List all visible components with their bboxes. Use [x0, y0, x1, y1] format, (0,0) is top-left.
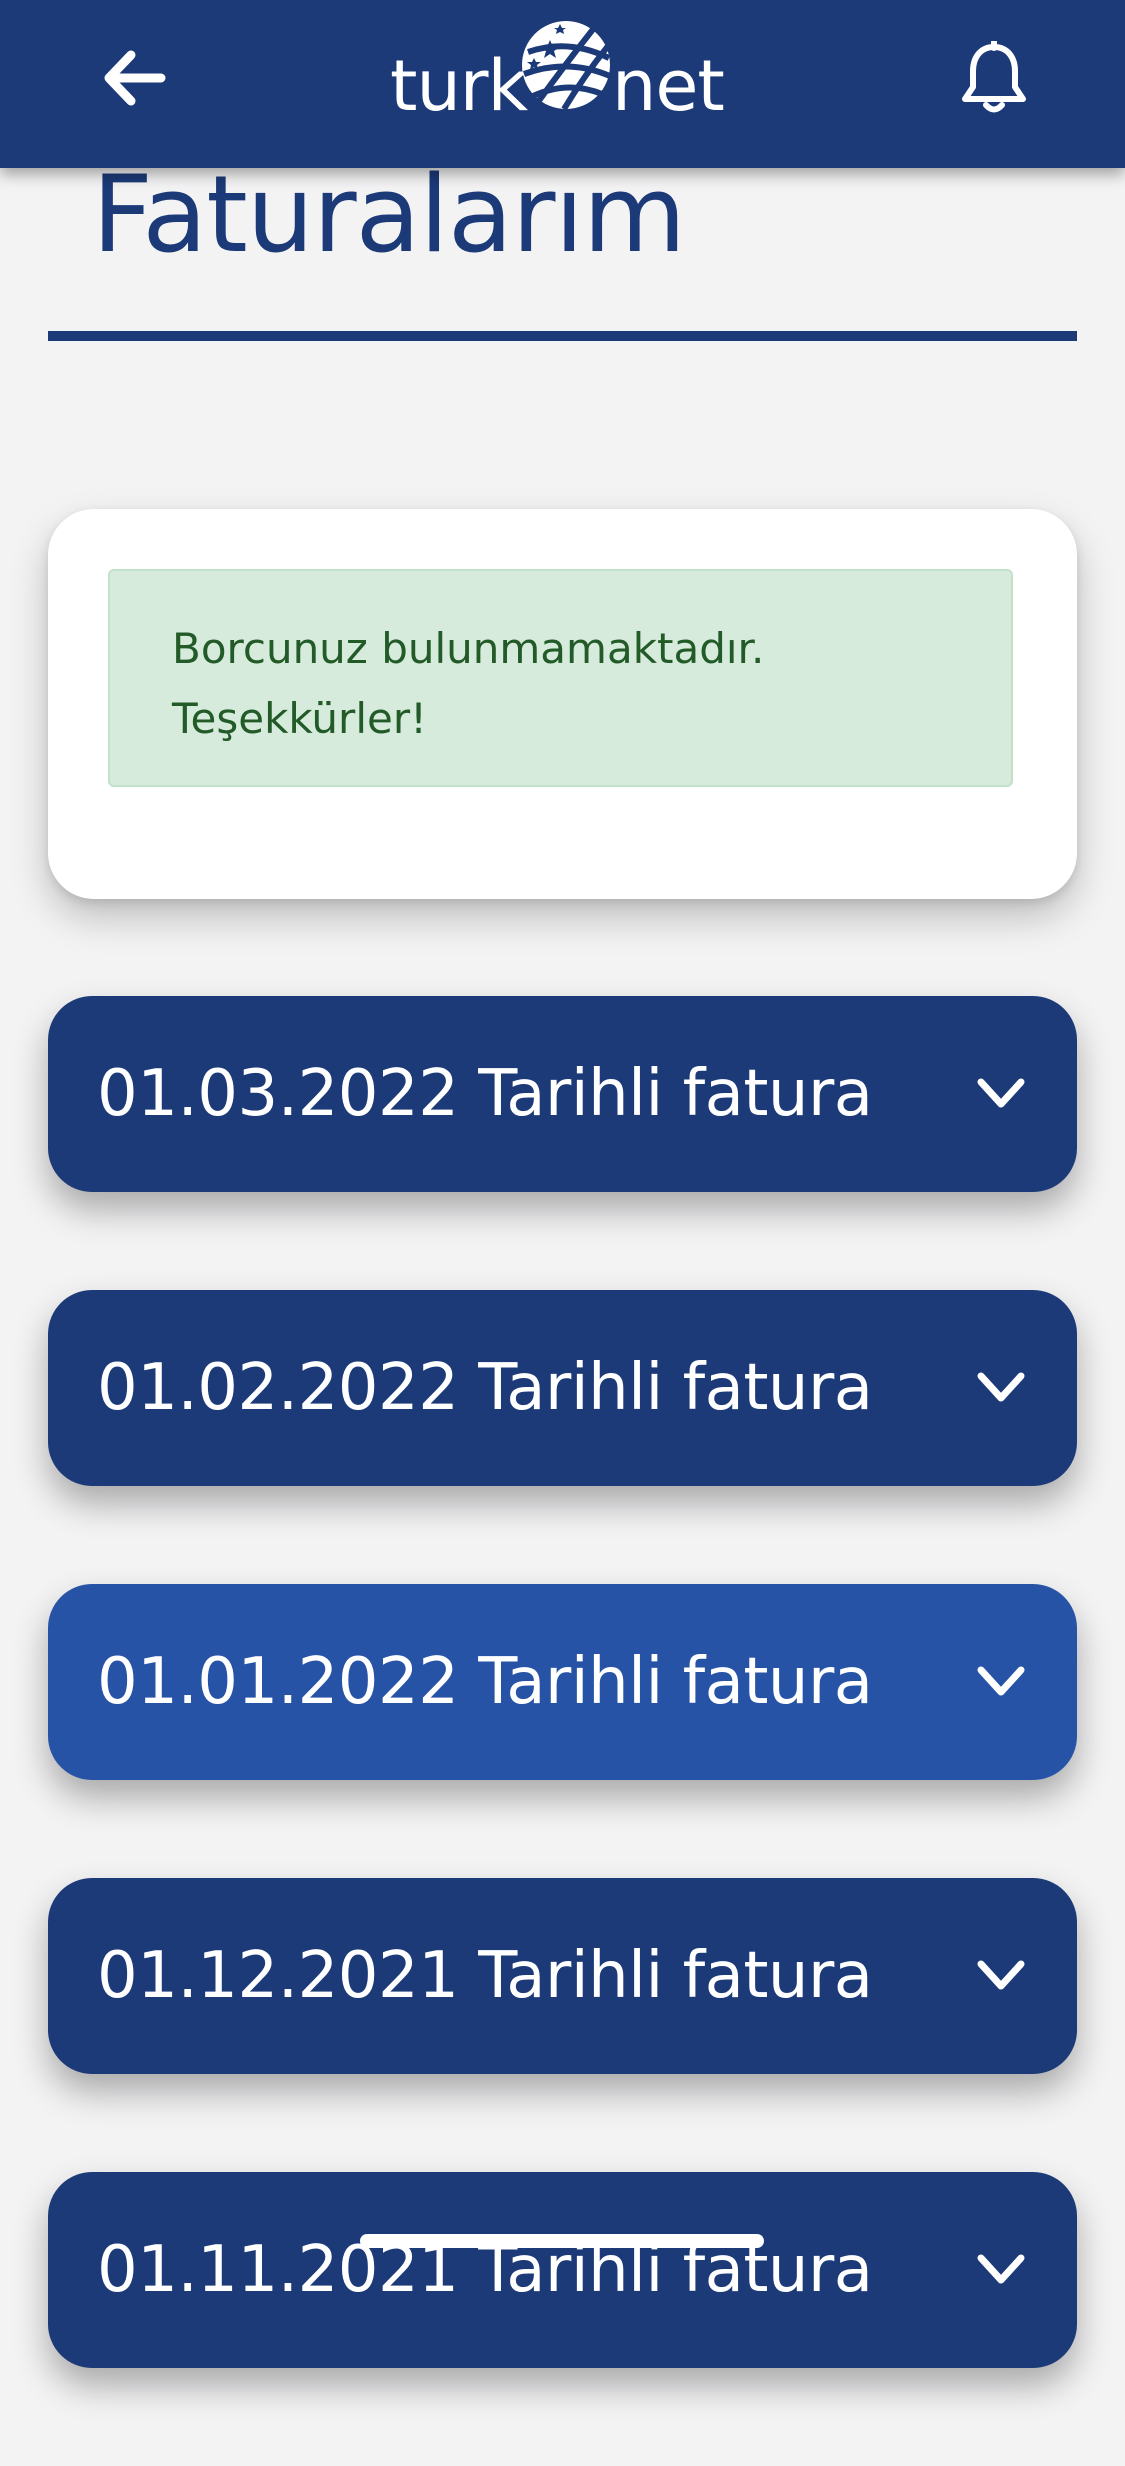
alert-thanks: Teşekkürler! [172, 694, 427, 743]
debt-status-card: Borcunuz bulunmamaktadır. Teşekkürler! [48, 509, 1077, 899]
chevron-down-icon [977, 1078, 1025, 1108]
logo-text-turk: turk [390, 45, 529, 122]
invoice-label: 01.11.2021 Tarihli fatura [97, 2233, 873, 2307]
turknet-logo: turk net [390, 21, 725, 122]
title-divider [48, 331, 1077, 341]
globe-icon [522, 21, 612, 111]
success-alert: Borcunuz bulunmamaktadır. Teşekkürler! [108, 569, 1013, 787]
arrow-left-icon [104, 50, 166, 106]
invoice-accordion-item[interactable]: 01.11.2021 Tarihli fatura [48, 2172, 1077, 2368]
invoice-label: 01.03.2022 Tarihli fatura [97, 1057, 873, 1131]
alert-message: Borcunuz bulunmamaktadır. [172, 624, 765, 673]
logo-text-net: net [612, 45, 724, 122]
chevron-down-icon [977, 2254, 1025, 2284]
back-button[interactable] [86, 30, 182, 126]
page-title: Faturalarım [92, 153, 686, 276]
app-header: turk net [0, 0, 1125, 168]
invoice-accordion-item[interactable]: 01.02.2022 Tarihli fatura [48, 1290, 1077, 1486]
chevron-down-icon [977, 1960, 1025, 1990]
chevron-down-icon [977, 1666, 1025, 1696]
invoice-label: 01.12.2021 Tarihli fatura [97, 1939, 873, 2013]
home-indicator [360, 2234, 764, 2248]
invoice-label: 01.02.2022 Tarihli fatura [97, 1351, 873, 1425]
invoice-label: 01.01.2022 Tarihli fatura [97, 1645, 873, 1719]
chevron-down-icon [977, 1372, 1025, 1402]
invoice-accordion-item[interactable]: 01.01.2022 Tarihli fatura [48, 1584, 1077, 1780]
invoice-accordion-item[interactable]: 01.03.2022 Tarihli fatura [48, 996, 1077, 1192]
bell-icon [962, 41, 1026, 113]
notifications-button[interactable] [946, 28, 1042, 128]
invoice-accordion-item[interactable]: 01.12.2021 Tarihli fatura [48, 1878, 1077, 2074]
